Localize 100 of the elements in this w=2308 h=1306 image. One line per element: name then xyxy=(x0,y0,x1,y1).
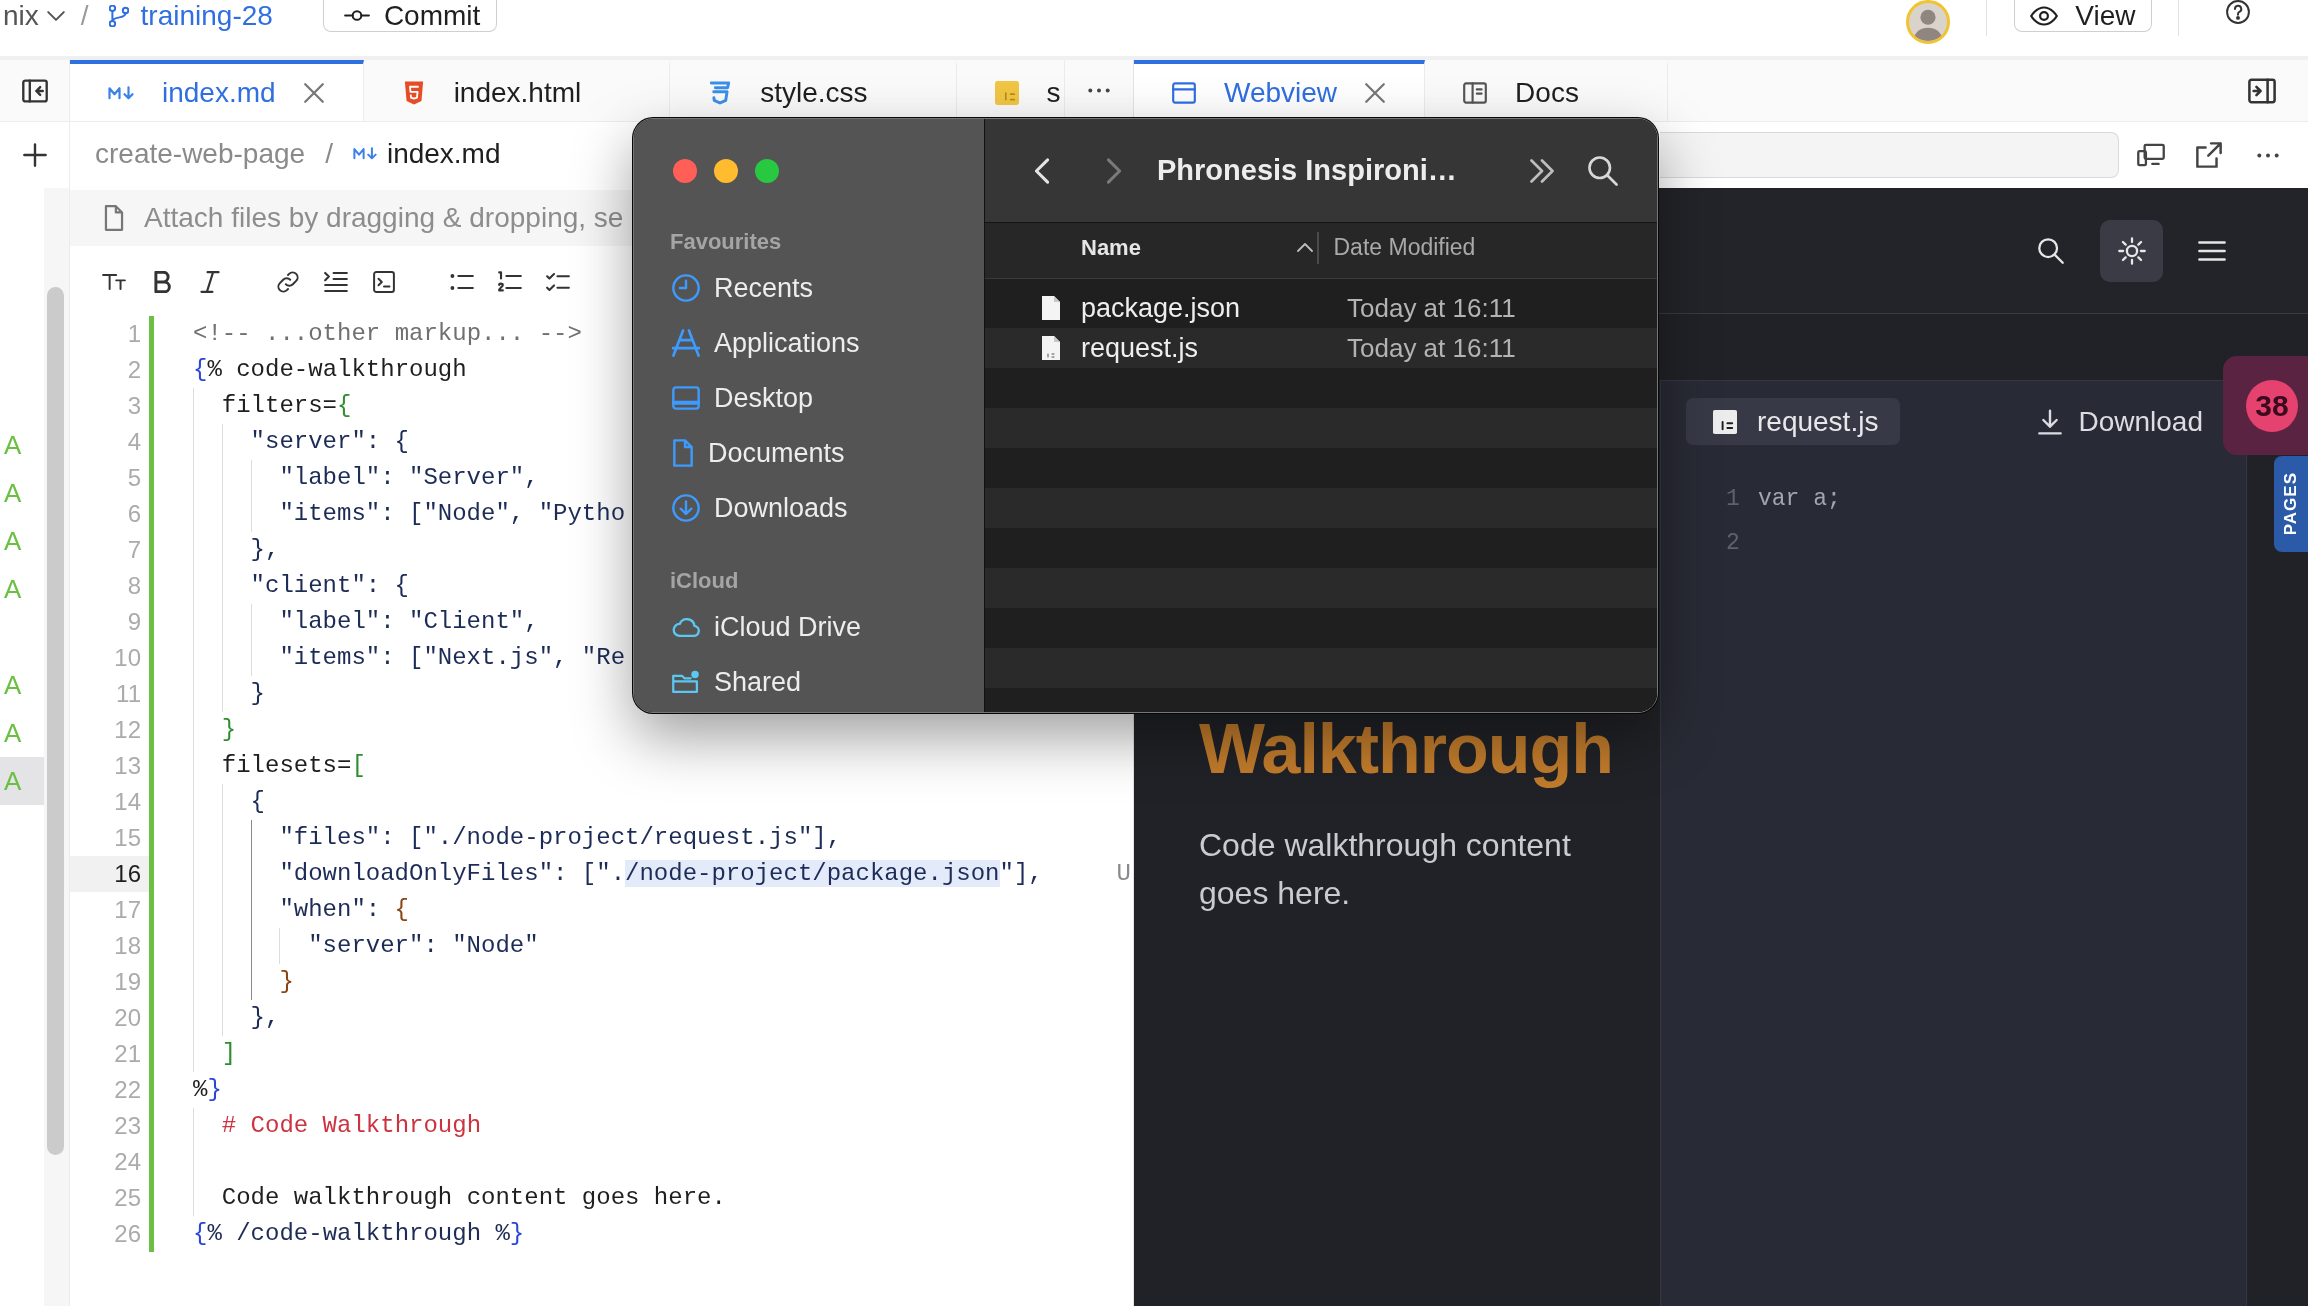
numbered-list-icon[interactable] xyxy=(498,271,522,293)
code-line: "client": { xyxy=(193,568,410,604)
sidebar-item[interactable]: Desktop xyxy=(634,374,984,422)
chevron-left-icon[interactable] xyxy=(1035,157,1049,184)
commit-icon xyxy=(343,10,370,21)
italic-icon[interactable] xyxy=(198,271,222,293)
code-line: %} xyxy=(193,1075,222,1105)
code-line: ] xyxy=(193,1036,237,1072)
line-number: 26 xyxy=(113,1219,142,1249)
file-tab[interactable]: request.js xyxy=(1686,398,1901,445)
code-line: var a; xyxy=(1758,486,1841,512)
line-number: 2 xyxy=(126,355,142,385)
commit-button[interactable]: Commit xyxy=(322,0,498,32)
more-icon[interactable] xyxy=(2257,152,2279,158)
column-header[interactable]: Name xyxy=(985,234,1317,261)
page-paragraph: Code walkthrough content goes here. xyxy=(1199,826,1572,913)
code-line: }, xyxy=(193,1000,280,1036)
code-line: "server": { xyxy=(193,424,410,460)
monitor-icon xyxy=(672,386,700,410)
panel-right-icon[interactable] xyxy=(2248,77,2276,104)
code-line: { xyxy=(193,784,265,820)
line-number: 1 xyxy=(126,319,142,349)
code-line: "downloadOnlyFiles": ["./node-project/package.json"], xyxy=(193,856,1043,892)
code-line: "label": "Client", xyxy=(193,604,539,640)
line-number: 16 xyxy=(70,856,149,892)
breadcrumb-separator: / xyxy=(325,137,333,170)
avatar[interactable] xyxy=(1905,0,1950,44)
branch-name[interactable]: training-28 xyxy=(140,0,273,32)
close-icon[interactable] xyxy=(303,82,324,103)
external-link-icon[interactable] xyxy=(2195,142,2223,168)
checklist-icon[interactable] xyxy=(546,271,570,293)
path-separator: / xyxy=(80,0,89,32)
download-button[interactable]: Download xyxy=(2038,405,2203,438)
search-icon[interactable] xyxy=(2037,237,2065,264)
code-line: filters={ xyxy=(193,388,352,424)
close-button[interactable] xyxy=(673,158,697,183)
eye-icon xyxy=(2030,5,2059,26)
more-icon[interactable] xyxy=(1088,88,1110,93)
terminal-icon[interactable] xyxy=(372,271,396,293)
document-icon xyxy=(672,439,694,467)
code-line: "items": ["Node", "Pytho xyxy=(193,496,626,532)
window-icon xyxy=(1172,80,1196,105)
code-line: filesets=[ xyxy=(193,748,366,784)
devices-icon[interactable] xyxy=(2137,142,2165,168)
sidebar-heading: Favourites xyxy=(670,228,782,256)
line-number: 25 xyxy=(113,1183,142,1213)
apps-icon xyxy=(672,329,700,357)
sidebar-item[interactable]: Applications xyxy=(634,319,984,367)
sidebar-item[interactable]: Documents xyxy=(634,429,984,477)
code-line: # Code Walkthrough xyxy=(193,1108,482,1144)
line-number: 5 xyxy=(126,463,142,493)
breadcrumb-folder[interactable]: create-web-page xyxy=(95,137,306,170)
css-file-icon xyxy=(708,80,733,105)
download-circle-icon xyxy=(672,494,700,522)
markdown-icon xyxy=(352,147,377,160)
panel-left-icon[interactable] xyxy=(21,78,48,103)
code-line: "server": "Node" xyxy=(193,928,539,964)
minimize-button[interactable] xyxy=(714,158,738,183)
workspace-name[interactable]: nix xyxy=(3,0,39,32)
count-badge: 38 xyxy=(2246,379,2298,432)
breadcrumb-file[interactable]: index.md xyxy=(386,137,501,170)
line-number: 3 xyxy=(126,391,142,421)
zoom-button[interactable] xyxy=(755,158,779,183)
help-icon[interactable] xyxy=(2226,0,2250,24)
search-icon[interactable] xyxy=(1588,155,1618,186)
book-icon xyxy=(1463,80,1488,105)
line-number: 2 xyxy=(1726,530,1741,556)
clock-icon xyxy=(672,274,700,302)
code-line: Code walkthrough content goes here. xyxy=(193,1180,726,1216)
link-icon[interactable] xyxy=(276,271,300,293)
download-icon xyxy=(2038,408,2063,435)
line-number: 24 xyxy=(113,1147,142,1177)
chevron-down-icon[interactable] xyxy=(46,11,65,21)
close-icon[interactable] xyxy=(1365,82,1386,103)
text-size-icon[interactable] xyxy=(102,271,126,293)
line-number: 14 xyxy=(113,787,142,817)
pages-tab[interactable]: PAGES xyxy=(2274,456,2308,552)
sidebar-item[interactable]: Downloads xyxy=(634,484,984,532)
badge-tile[interactable]: 38 xyxy=(2223,356,2308,455)
file-icon xyxy=(1713,409,1737,434)
line-number: 7 xyxy=(126,535,142,565)
sidebar-item[interactable]: Shared xyxy=(634,658,984,706)
view-button[interactable]: View xyxy=(2014,0,2152,32)
bullet-list-icon[interactable] xyxy=(450,271,474,293)
tab[interactable]: index.md xyxy=(70,60,364,121)
column-header[interactable]: Date Modified xyxy=(1333,234,1476,261)
line-number: 17 xyxy=(113,895,142,925)
code-line: "items": ["Next.js", "Re xyxy=(193,640,626,676)
url-field[interactable] xyxy=(1660,132,2119,178)
sidebar-item[interactable]: iCloud Drive xyxy=(634,603,984,651)
sun-icon xyxy=(2117,236,2146,265)
line-annotation: U xyxy=(1116,859,1132,889)
scrollbar[interactable] xyxy=(47,287,64,1155)
plus-icon[interactable] xyxy=(21,143,48,167)
indent-icon[interactable] xyxy=(324,271,348,293)
double-chevron-icon[interactable] xyxy=(1530,158,1554,183)
modified-date: Today at 16:11 xyxy=(1347,332,1516,364)
sidebar-item[interactable]: Recents xyxy=(634,264,984,312)
theme-toggle-button[interactable] xyxy=(2100,219,2163,282)
line-number: 1 xyxy=(1726,486,1741,512)
